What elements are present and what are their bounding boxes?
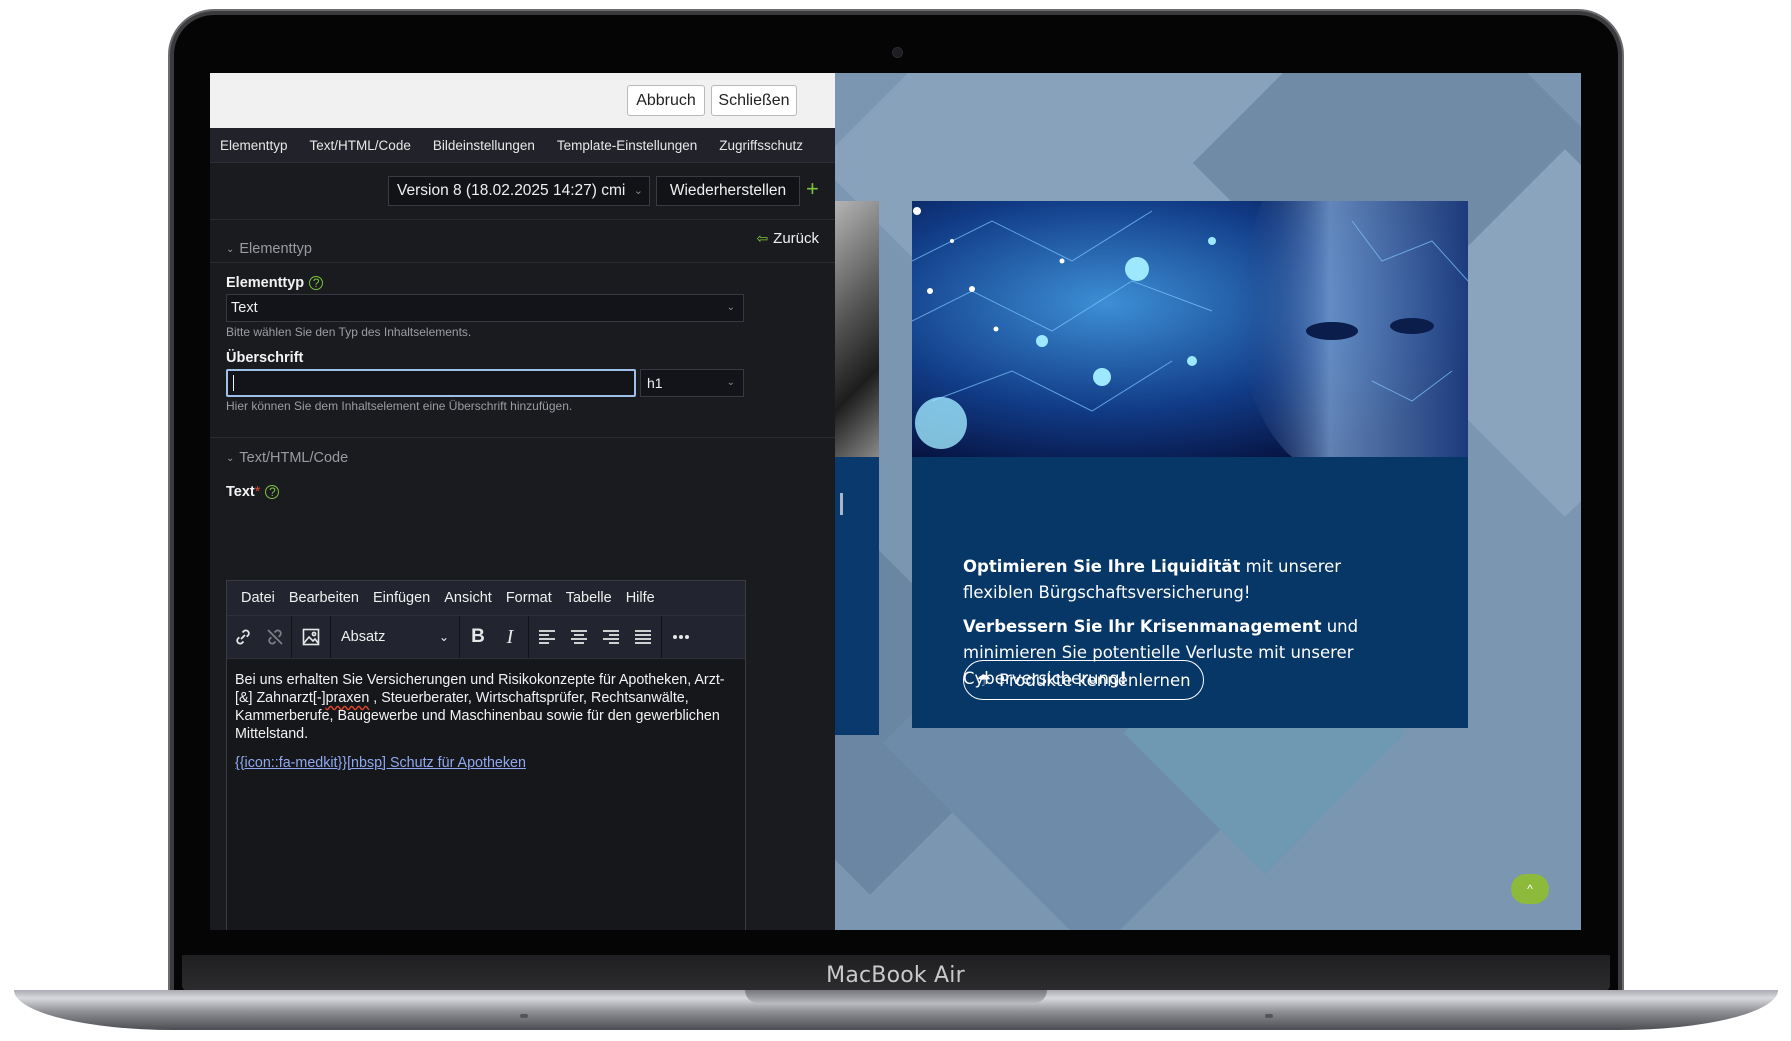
field-label: Elementtyp	[226, 275, 305, 291]
menu-datei[interactable]: Datei	[234, 590, 282, 606]
align-left-icon[interactable]	[531, 616, 563, 658]
close-button[interactable]: Schließen	[711, 85, 797, 116]
text-label: Text* ?	[226, 484, 280, 500]
spellcheck-word: praxen	[325, 690, 370, 706]
headline-hint: Hier können Sie dem Inhaltselement eine …	[226, 399, 573, 413]
teaser-bold-text: Verbessern Sie Ihr Krisenmanagement	[963, 617, 1322, 636]
elementtyp-select-value: Text	[231, 300, 258, 316]
back-label: Zurück	[773, 230, 819, 247]
chevron-down-icon: ⌄	[726, 302, 735, 313]
text-style-group: B I	[460, 616, 529, 658]
teaser-image	[912, 201, 1468, 457]
laptop-foot	[1265, 1014, 1273, 1018]
tab-access-protection[interactable]: Zugriffsschutz	[708, 138, 814, 153]
headline-label: Überschrift	[226, 350, 304, 366]
bold-icon[interactable]: B	[462, 616, 494, 658]
more-group	[662, 616, 700, 658]
scroll-to-top-button[interactable]: ^	[1511, 874, 1549, 904]
italic-icon[interactable]: I	[494, 616, 526, 658]
block-format-value: Absatz	[341, 629, 386, 645]
laptop-foot	[520, 1014, 528, 1018]
editor-topbar: Abbruch Schließen	[210, 73, 835, 128]
menu-hilfe[interactable]: Hilfe	[619, 590, 662, 606]
teaser-bold-text: Optimieren Sie Ihre Liquidität	[963, 557, 1241, 576]
resize-handle[interactable]	[840, 493, 843, 515]
webcam	[892, 47, 903, 58]
chevron-down-icon: ⌄	[226, 452, 235, 464]
previous-card-image	[835, 201, 879, 457]
field-label: Text*	[226, 484, 260, 500]
image-icon[interactable]	[292, 616, 330, 658]
version-row: Version 8 (18.02.2025 14:27) cmi ⌄ Wiede…	[210, 163, 835, 220]
block-format-select[interactable]: Absatz ⌄	[331, 616, 459, 658]
headline-input[interactable]	[226, 369, 636, 397]
chevron-down-icon: ⌄	[633, 185, 643, 197]
elementtyp-hint: Bitte wählen Sie den Typ des Inhaltselem…	[226, 325, 472, 339]
link-icon[interactable]	[227, 616, 259, 658]
elementtyp-select[interactable]: Text ⌄	[226, 294, 744, 322]
tab-text-html-code[interactable]: Text/HTML/Code	[299, 138, 422, 153]
chevron-down-icon: ⌄	[438, 630, 449, 644]
device-brand-label: MacBook Air	[826, 963, 965, 988]
align-center-icon[interactable]	[563, 616, 595, 658]
help-icon[interactable]: ?	[265, 485, 280, 499]
rte-content-area[interactable]: Bei uns erhalten Sie Versicherungen und …	[227, 659, 745, 795]
rich-text-editor: Datei Bearbeiten Einfügen Ansicht Format…	[226, 580, 746, 930]
rte-link[interactable]: {{icon::fa-medkit}}[nbsp] Schutz für Apo…	[235, 755, 526, 771]
cancel-button[interactable]: Abbruch	[627, 85, 705, 116]
umbrella-icon: ☂	[976, 670, 992, 690]
align-justify-icon[interactable]	[627, 616, 659, 658]
text-caret	[233, 375, 234, 391]
menu-format[interactable]: Format	[499, 590, 559, 606]
rte-paragraph: {{icon::fa-medkit}}[nbsp] Schutz für Apo…	[235, 754, 737, 772]
unlink-icon[interactable]	[259, 616, 291, 658]
tab-template-settings[interactable]: Template-Einstellungen	[546, 138, 708, 153]
restore-button[interactable]: Wiederherstellen	[656, 176, 800, 206]
chevron-down-icon: ⌄	[726, 377, 735, 388]
align-right-icon[interactable]	[595, 616, 627, 658]
section-divider	[210, 437, 835, 438]
teaser-paragraph-liquidity: Optimieren Sie Ihre Liquidität mit unser…	[963, 554, 1403, 606]
link-group	[227, 616, 292, 658]
menu-bearbeiten[interactable]: Bearbeiten	[282, 590, 366, 606]
laptop-hinge-notch	[745, 990, 1047, 1003]
rte-paragraph: Bei uns erhalten Sie Versicherungen und …	[235, 671, 737, 743]
section-toggle-text-html-code[interactable]: ⌄ Text/HTML/Code	[226, 450, 348, 466]
version-select-value: Version 8 (18.02.2025 14:27) cmi	[397, 182, 626, 199]
editor-tabs: Elementtyp Text/HTML/Code Bildeinstellun…	[210, 128, 835, 163]
field-label-text: Text	[226, 484, 255, 500]
back-link[interactable]: ⇦ Zurück	[756, 230, 819, 247]
menu-tabelle[interactable]: Tabelle	[559, 590, 619, 606]
tab-image-settings[interactable]: Bildeinstellungen	[422, 138, 546, 153]
block-format-group: Absatz ⌄	[331, 616, 460, 658]
rte-toolbar: Absatz ⌄ B I	[227, 616, 745, 659]
chevron-down-icon: ⌄	[226, 243, 235, 255]
headline-level-select[interactable]: h1 ⌄	[640, 369, 744, 397]
required-marker: *	[254, 484, 261, 500]
more-icon[interactable]	[662, 616, 700, 658]
menu-ansicht[interactable]: Ansicht	[437, 590, 499, 606]
section-toggle-elementtyp[interactable]: ⌄ Elementtyp	[226, 241, 312, 257]
menu-einfuegen[interactable]: Einfügen	[366, 590, 437, 606]
help-icon[interactable]: ?	[309, 276, 324, 290]
section-heading: Elementtyp	[239, 241, 312, 257]
elementtyp-label: Elementtyp ?	[226, 275, 324, 291]
cta-label: Produkte kennenlernen	[999, 670, 1191, 690]
headline-level-value: h1	[647, 375, 663, 391]
products-cta-button[interactable]: ☂ Produkte kennenlernen	[963, 660, 1204, 700]
chevron-up-icon: ^	[1527, 882, 1533, 896]
website-preview: Optimieren Sie Ihre Liquidität mit unser…	[835, 73, 1581, 930]
version-select[interactable]: Version 8 (18.02.2025 14:27) cmi ⌄	[388, 176, 650, 206]
back-arrow-icon: ⇦	[756, 230, 769, 246]
image-group	[292, 616, 331, 658]
add-icon[interactable]: +	[806, 176, 819, 202]
content-editor-panel: Abbruch Schließen Elementtyp Text/HTML/C…	[210, 73, 835, 930]
tab-elementtyp[interactable]: Elementtyp	[220, 138, 299, 153]
rte-menubar: Datei Bearbeiten Einfügen Ansicht Format…	[227, 581, 745, 616]
screen: Abbruch Schließen Elementtyp Text/HTML/C…	[210, 73, 1581, 930]
alignment-group	[529, 616, 662, 658]
section-heading: Text/HTML/Code	[239, 450, 349, 466]
